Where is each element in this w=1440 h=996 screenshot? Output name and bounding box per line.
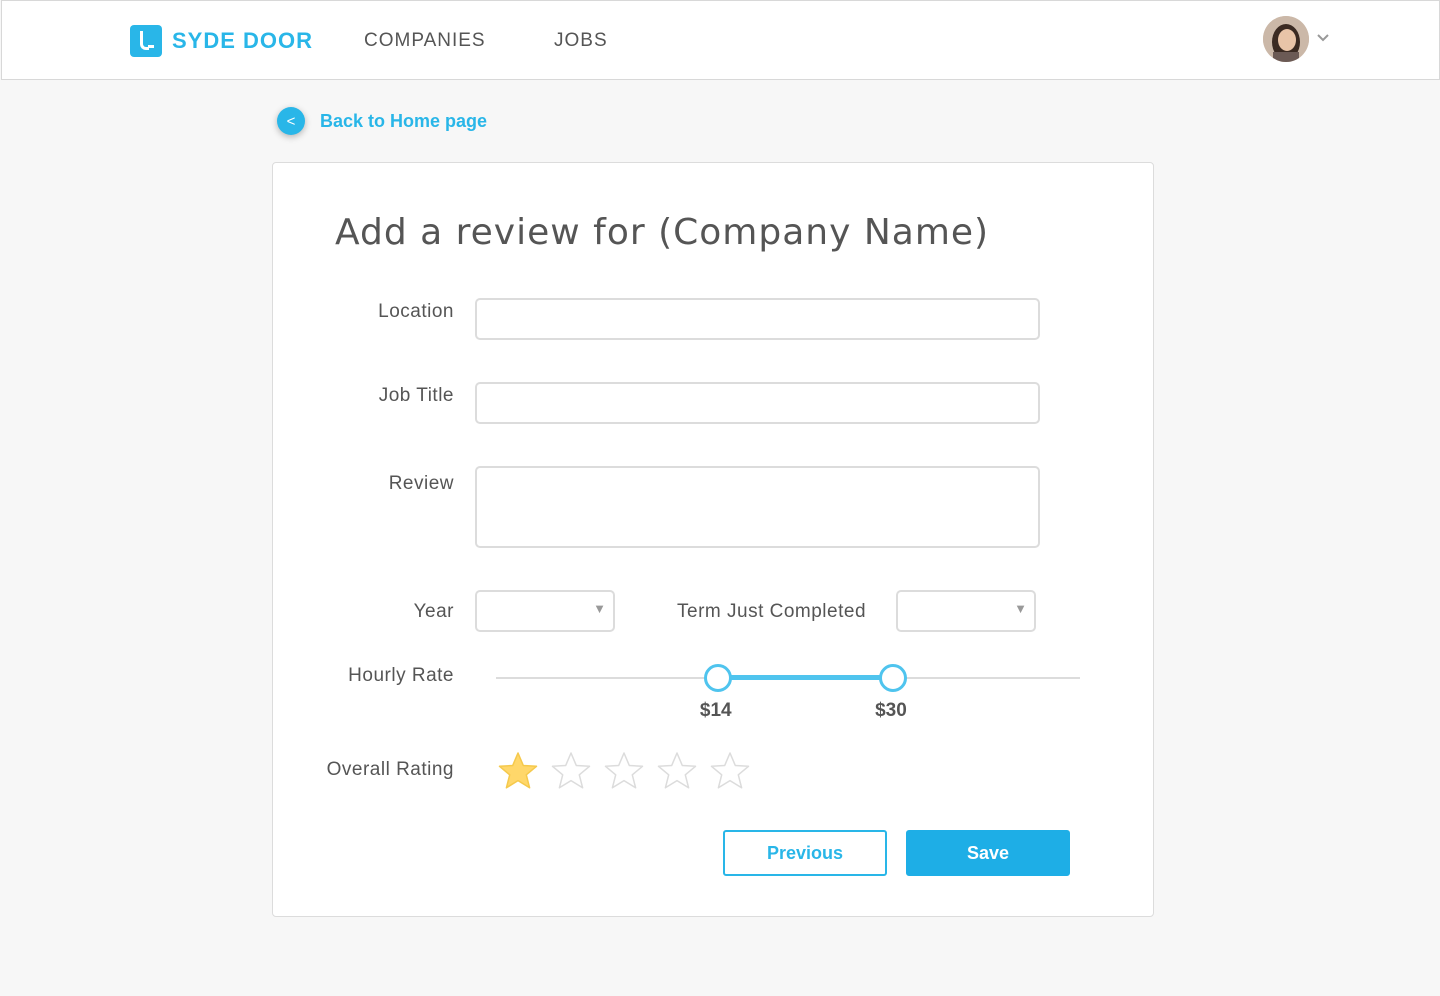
star-empty-icon[interactable] — [550, 750, 592, 792]
location-label: Location — [378, 301, 454, 322]
brand-name: SYDE DOOR — [172, 28, 314, 53]
star-filled-icon[interactable] — [497, 750, 539, 792]
review-textarea[interactable] — [475, 466, 1040, 548]
year-select[interactable]: ▼ — [475, 590, 615, 632]
page-title: Add a review for (Company Name) — [335, 212, 990, 253]
hourly-rate-max-value: $30 — [875, 700, 907, 721]
back-to-home-link[interactable]: < Back to Home page — [277, 107, 487, 135]
back-link-label: Back to Home page — [320, 110, 488, 131]
slider-min-handle[interactable] — [703, 664, 732, 692]
save-button[interactable]: Save — [906, 830, 1070, 876]
overall-rating-label: Overall Rating — [326, 759, 454, 780]
star-empty-icon[interactable] — [603, 750, 645, 792]
year-label: Year — [413, 601, 454, 622]
location-input[interactable] — [475, 298, 1040, 340]
review-label: Review — [388, 473, 454, 494]
slider-range-fill — [717, 675, 894, 680]
dropdown-arrow-icon: ▼ — [1014, 601, 1027, 616]
star-rating[interactable] — [497, 750, 762, 792]
hourly-rate-slider[interactable] — [496, 662, 1080, 694]
user-avatar[interactable] — [1263, 16, 1309, 62]
hourly-rate-min-value: $14 — [699, 700, 732, 721]
term-select[interactable]: ▼ — [896, 590, 1036, 632]
hourly-rate-label: Hourly Rate — [348, 665, 454, 686]
back-arrow-icon: < — [277, 107, 305, 135]
top-navbar: SYDE DOOR — [1, 0, 1440, 80]
slider-max-handle[interactable] — [879, 664, 908, 692]
chevron-down-icon[interactable] — [1316, 31, 1330, 45]
job-title-label: Job Title — [378, 385, 454, 406]
term-label: Term Just Completed — [677, 601, 867, 622]
logo-icon — [130, 25, 162, 57]
nav-companies-link[interactable]: COMPANIES — [364, 30, 486, 52]
job-title-input[interactable] — [475, 382, 1040, 424]
previous-button[interactable]: Previous — [723, 830, 887, 876]
brand-logo[interactable]: SYDE DOOR — [130, 25, 313, 57]
dropdown-arrow-icon: ▼ — [593, 601, 606, 616]
nav-jobs-link[interactable]: JOBS — [554, 30, 608, 52]
star-empty-icon[interactable] — [656, 750, 698, 792]
star-empty-icon[interactable] — [709, 750, 751, 792]
